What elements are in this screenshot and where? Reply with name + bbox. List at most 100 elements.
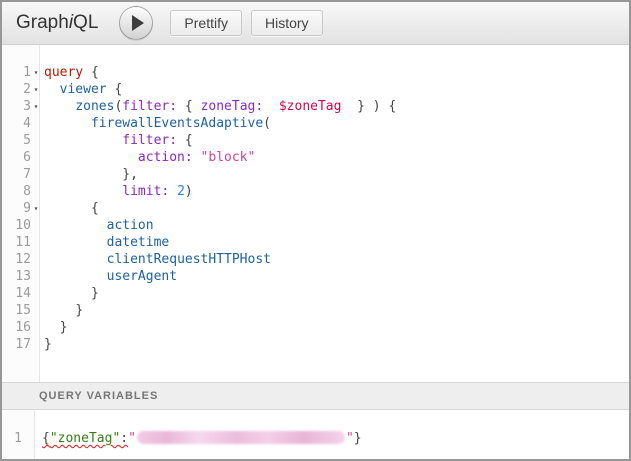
code-line[interactable]: 17} [2, 336, 629, 353]
line-number: 1 [2, 64, 31, 81]
code-content: action [41, 217, 154, 234]
line-number: 6 [2, 149, 31, 166]
code-line[interactable]: 1▾query { [2, 64, 629, 81]
code-token: }, [122, 167, 138, 182]
code-token: : [120, 431, 128, 446]
code-content: } [41, 336, 52, 353]
code-content: query { [41, 64, 99, 81]
code-token [44, 184, 122, 199]
code-token: action: [138, 150, 193, 165]
code-line[interactable]: 8 limit: 2) [2, 183, 629, 200]
code-content: datetime [41, 234, 169, 251]
code-token: { [91, 65, 99, 80]
fold-spacer [31, 149, 41, 166]
code-line[interactable]: 5 filter: { [2, 132, 629, 149]
graphiql-app: GraphiQL Prettify History 1▾query {2▾ vi… [0, 0, 631, 461]
fold-spacer [31, 132, 41, 149]
code-line[interactable]: 4 firewallEventsAdaptive( [2, 115, 629, 132]
code-line[interactable]: 12 clientRequestHTTPHost [2, 251, 629, 268]
code-line[interactable]: 11 datetime [2, 234, 629, 251]
fold-arrow-icon[interactable]: ▾ [31, 98, 41, 115]
history-button[interactable]: History [251, 10, 323, 36]
code-token: { [185, 133, 193, 148]
code-token [193, 99, 201, 114]
code-line[interactable]: 9▾ { [2, 200, 629, 217]
code-token: } [44, 337, 52, 352]
code-token: userAgent [107, 269, 177, 284]
code-token [177, 133, 185, 148]
fold-arrow-icon[interactable]: ▾ [31, 64, 41, 81]
graphiql-logo: GraphiQL [16, 12, 98, 34]
query-variables-title: QUERY VARIABLES [39, 390, 158, 402]
code-content: limit: 2) [41, 183, 193, 200]
code-token: ) [373, 99, 381, 114]
code-line[interactable]: 13 userAgent [2, 268, 629, 285]
code-token [44, 303, 75, 318]
query-editor[interactable]: 1▾query {2▾ viewer {3▾ zones(filter: { z… [2, 45, 629, 382]
code-line[interactable]: 14 } [2, 285, 629, 302]
fold-arrow-icon[interactable]: ▾ [31, 200, 41, 217]
code-token: zones [75, 99, 114, 114]
prettify-button[interactable]: Prettify [170, 10, 242, 36]
logo-text-post: QL [73, 12, 98, 33]
code-token: " [128, 431, 136, 446]
fold-spacer [31, 319, 41, 336]
code-token: } [357, 99, 365, 114]
code-token: { [42, 431, 50, 446]
play-icon [132, 15, 144, 31]
code-content: } [41, 285, 99, 302]
query-variables-editor[interactable]: 1 {"zoneTag":""} [2, 410, 629, 459]
variables-code-line[interactable]: 1 {"zoneTag":""} [2, 430, 629, 447]
execute-query-button[interactable] [119, 6, 153, 40]
query-editor-lines: 1▾query {2▾ viewer {3▾ zones(filter: { z… [2, 64, 629, 353]
query-variables-title-bar[interactable]: QUERY VARIABLES [2, 382, 629, 410]
code-line[interactable]: 10 action [2, 217, 629, 234]
code-token: } [91, 286, 99, 301]
code-token: filter: [122, 99, 177, 114]
line-number: 3 [2, 98, 31, 115]
code-line[interactable]: 15 } [2, 302, 629, 319]
code-token [177, 99, 185, 114]
line-number: 4 [2, 115, 31, 132]
line-number: 8 [2, 183, 31, 200]
fold-spacer [31, 183, 41, 200]
code-token [44, 133, 122, 148]
code-line[interactable]: 16 } [2, 319, 629, 336]
code-token: } [60, 320, 68, 335]
code-token [44, 235, 107, 250]
code-line[interactable]: 7 }, [2, 166, 629, 183]
code-token: { [185, 99, 193, 114]
code-content: zones(filter: { zoneTag: $zoneTag } ) { [41, 98, 396, 115]
line-number: 5 [2, 132, 31, 149]
fold-spacer [31, 336, 41, 353]
code-token [193, 150, 201, 165]
code-token [44, 99, 75, 114]
line-number: 15 [2, 302, 31, 319]
code-content: clientRequestHTTPHost [41, 251, 271, 268]
code-line[interactable]: 3▾ zones(filter: { zoneTag: $zoneTag } )… [2, 98, 629, 115]
fold-spacer [31, 302, 41, 319]
code-token: datetime [107, 235, 170, 250]
code-token [44, 320, 60, 335]
toolbar: GraphiQL Prettify History [2, 2, 629, 45]
code-line[interactable]: 2▾ viewer { [2, 81, 629, 98]
code-token: { [388, 99, 396, 114]
code-token: { [114, 82, 122, 97]
code-token: 2 [177, 184, 185, 199]
variables-line-number: 1 [2, 430, 22, 447]
code-token [44, 218, 107, 233]
line-number: 2 [2, 81, 31, 98]
code-token [44, 150, 138, 165]
logo-text-pre: Graph [16, 12, 69, 33]
code-token: ) [185, 184, 193, 199]
code-token [44, 286, 91, 301]
code-token: { [91, 201, 99, 216]
code-token: clientRequestHTTPHost [107, 252, 271, 267]
code-token [44, 167, 122, 182]
code-token [169, 184, 177, 199]
code-content: viewer { [41, 81, 122, 98]
fold-spacer [31, 115, 41, 132]
line-number: 11 [2, 234, 31, 251]
code-line[interactable]: 6 action: "block" [2, 149, 629, 166]
fold-arrow-icon[interactable]: ▾ [31, 81, 41, 98]
